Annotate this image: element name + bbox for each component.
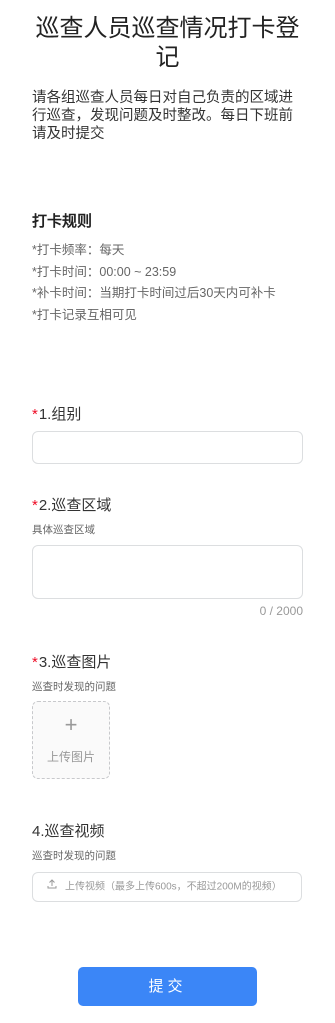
question-4-title: 4.巡查视频 <box>32 823 105 840</box>
form-intro: 请各组巡查人员每日对自己负责的区域进行巡查，发现问题及时整改。每日下班前请及时提… <box>32 90 293 142</box>
question-3-title: 3.巡查图片 <box>38 654 112 671</box>
video-upload-button[interactable]: 上传视频（最多上传600s，不超过200M的视频） <box>32 872 302 902</box>
rule-item: *打卡记录互相可见 <box>32 307 137 322</box>
rule-item: *打卡时间：00:00 ~ 23:59 <box>32 264 177 279</box>
group-input[interactable] <box>32 431 303 464</box>
char-counter: 0 / 2000 <box>259 604 303 618</box>
question-2-title: 2.巡查区域 <box>38 497 112 514</box>
plus-icon: + <box>64 712 78 737</box>
question-3-label: *3.巡查图片 <box>32 651 111 672</box>
question-4-desc: 巡查时发现的问题 <box>32 850 116 862</box>
submit-button[interactable]: 提交 <box>78 967 257 1006</box>
rule-item: *打卡频率：每天 <box>32 243 125 257</box>
video-upload-label: 上传视频（最多上传600s，不超过200M的视频） <box>65 881 282 893</box>
image-upload-button[interactable]: + 上传图片 <box>32 701 110 779</box>
page-title: 巡查人员巡查情况打卡登记 <box>35 15 300 71</box>
image-upload-label: 上传图片 <box>46 750 95 764</box>
upload-icon <box>47 873 57 901</box>
area-textarea[interactable] <box>32 545 303 599</box>
rules-title: 打卡规则 <box>32 213 93 230</box>
rules-list: *打卡频率：每天 *打卡时间：00:00 ~ 23:59 *补卡时间：当期打卡时… <box>32 240 307 326</box>
question-1-title: 1.组别 <box>38 406 82 423</box>
required-mark: * <box>32 654 38 671</box>
question-2-label: *2.巡查区域 <box>32 494 111 515</box>
question-2-desc: 具体巡查区域 <box>32 524 95 536</box>
question-4-label: 4.巡查视频 <box>32 820 105 841</box>
rule-item: *补卡时间：当期打卡时间过后30天内可补卡 <box>32 286 276 300</box>
required-mark: * <box>32 406 38 423</box>
required-mark: * <box>32 497 38 514</box>
question-1-label: *1.组别 <box>32 403 81 424</box>
question-3-desc: 巡查时发现的问题 <box>32 681 116 693</box>
form-page: 巡查人员巡查情况打卡登记 请各组巡查人员每日对自己负责的区域进行巡查，发现问题及… <box>0 0 335 1023</box>
